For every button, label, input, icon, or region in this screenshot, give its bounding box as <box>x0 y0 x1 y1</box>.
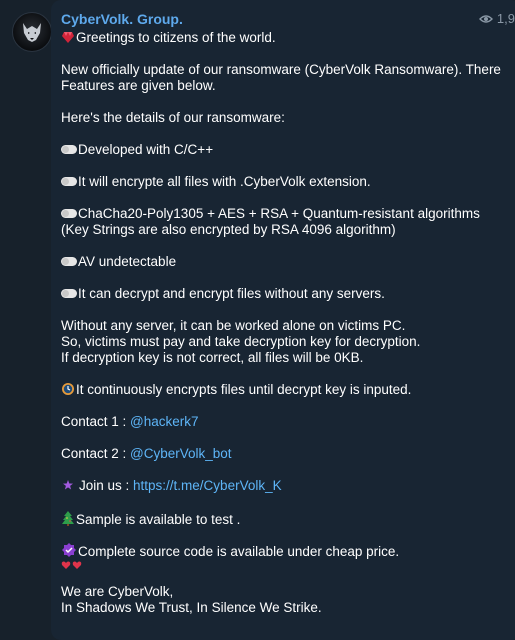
feature-6: It continuously encrypts files until dec… <box>61 382 506 398</box>
signature-line-2: In Shadows We Trust, In Silence We Strik… <box>61 600 322 615</box>
feature-3: ChaCha20-Poly1305 + AES + RSA + Quantum-… <box>61 206 506 222</box>
toggle-pill-icon <box>61 145 77 154</box>
source-line: Complete source code is available under … <box>61 542 506 559</box>
toggle-pill-icon <box>61 257 77 266</box>
contact-2: Contact 2 : @CyberVolk_bot <box>61 446 232 461</box>
view-counter: 1,9 <box>478 11 515 26</box>
eye-icon <box>478 14 493 23</box>
channel-name[interactable]: CyberVolk. Group. <box>61 11 183 27</box>
christmas-tree-icon <box>62 511 74 526</box>
feature-2: It will encrypte all files with .CyberVo… <box>61 174 506 190</box>
paragraph-line-2: So, victims must pay and take decryption… <box>61 334 421 349</box>
clock-icon <box>62 383 74 395</box>
channel-avatar[interactable] <box>12 12 52 52</box>
purple-badge-icon <box>62 543 76 557</box>
feature-3-note: (Key Strings are also encrypted by RSA 4… <box>61 222 396 237</box>
paragraph-line-1: Without any server, it can be worked alo… <box>61 318 406 333</box>
red-gem-icon <box>62 32 74 43</box>
toggle-pill-icon <box>61 209 77 218</box>
greeting-line: Greetings to citizens of the world. <box>61 30 506 46</box>
intro-line-1: New officially update of our ransomware … <box>61 62 501 77</box>
intro-line-2: Features are given below. <box>61 78 216 93</box>
wolf-logo-icon <box>23 23 41 42</box>
sample-line: Sample is available to test . <box>61 510 506 527</box>
contact-2-link[interactable]: @CyberVolk_bot <box>130 446 232 461</box>
toggle-pill-icon <box>61 289 77 298</box>
message-text: Greetings to citizens of the world. New … <box>61 30 506 616</box>
red-hearts-icon <box>61 561 82 569</box>
join-link[interactable]: https://t.me/CyberVolk_K <box>133 478 282 493</box>
details-line: Here's the details of our ransomware: <box>61 110 285 125</box>
contact-1: Contact 1 : @hackerk7 <box>61 414 199 429</box>
hearts-line <box>61 558 506 572</box>
feature-4: AV undetectable <box>61 254 506 270</box>
feature-1: Developed with C/C++ <box>61 142 506 158</box>
paragraph-line-3: If decryption key is not correct, all fi… <box>61 350 364 365</box>
contact-1-link[interactable]: @hackerk7 <box>130 414 198 429</box>
purple-star-icon <box>63 480 73 490</box>
toggle-pill-icon <box>61 177 77 186</box>
feature-5: It can decrypt and encrypt files without… <box>61 286 506 302</box>
view-count: 1,9 <box>496 11 515 26</box>
join-line: Join us : https://t.me/CyberVolk_K <box>61 478 506 494</box>
signature-line-1: We are CyberVolk, <box>61 584 174 599</box>
